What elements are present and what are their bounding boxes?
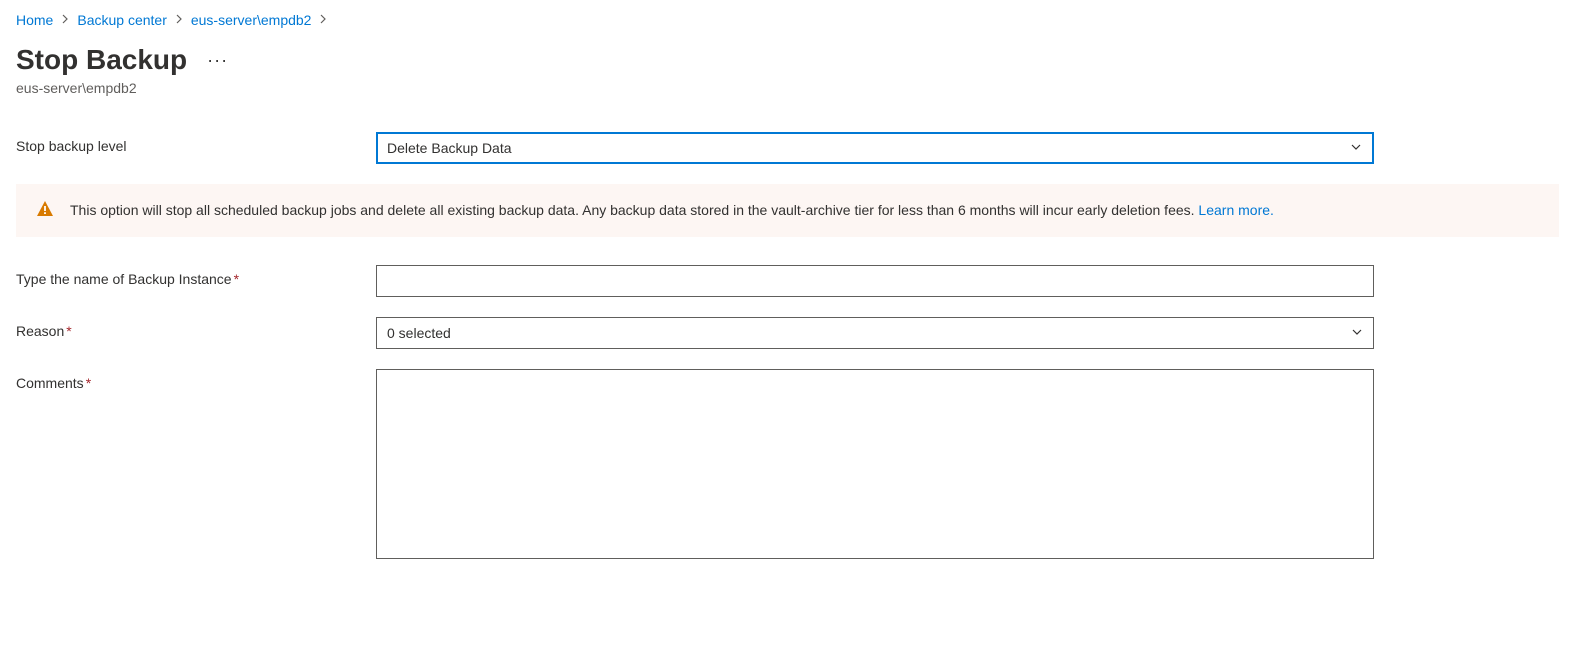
required-indicator: *: [234, 271, 239, 287]
reason-label: Reason*: [16, 317, 376, 339]
breadcrumb-separator: [319, 13, 327, 27]
comments-label-text: Comments: [16, 375, 84, 391]
breadcrumb-instance[interactable]: eus-server\empdb2: [191, 12, 312, 28]
more-button[interactable]: ···: [203, 46, 232, 75]
stop-level-label: Stop backup level: [16, 132, 376, 154]
page-subtitle: eus-server\empdb2: [16, 80, 1559, 96]
stop-level-select[interactable]: Delete Backup Data: [376, 132, 1374, 164]
instance-name-label: Type the name of Backup Instance*: [16, 265, 376, 287]
learn-more-link[interactable]: Learn more.: [1198, 202, 1273, 218]
page-title: Stop Backup: [16, 44, 187, 76]
breadcrumb-home[interactable]: Home: [16, 12, 53, 28]
warning-banner: This option will stop all scheduled back…: [16, 184, 1559, 237]
breadcrumb-separator: [61, 13, 69, 27]
page-header: Stop Backup ···: [16, 44, 1559, 76]
breadcrumb: Home Backup center eus-server\empdb2: [16, 12, 1559, 28]
chevron-down-icon: [1350, 140, 1362, 156]
reason-row: Reason* 0 selected: [16, 317, 1559, 349]
required-indicator: *: [66, 323, 71, 339]
required-indicator: *: [86, 375, 91, 391]
warning-message: This option will stop all scheduled back…: [70, 202, 1198, 218]
reason-select[interactable]: 0 selected: [376, 317, 1374, 349]
breadcrumb-separator: [175, 13, 183, 27]
chevron-down-icon: [1351, 325, 1363, 341]
stop-level-value: Delete Backup Data: [387, 140, 512, 156]
warning-text: This option will stop all scheduled back…: [70, 200, 1274, 221]
warning-icon: [36, 200, 54, 221]
instance-name-label-text: Type the name of Backup Instance: [16, 271, 232, 287]
reason-label-text: Reason: [16, 323, 64, 339]
breadcrumb-backup-center[interactable]: Backup center: [77, 12, 167, 28]
comments-input[interactable]: [376, 369, 1374, 559]
comments-label: Comments*: [16, 369, 376, 391]
comments-row: Comments*: [16, 369, 1559, 562]
reason-value: 0 selected: [387, 325, 451, 341]
stop-level-row: Stop backup level Delete Backup Data: [16, 132, 1559, 164]
instance-name-input[interactable]: [376, 265, 1374, 297]
instance-name-row: Type the name of Backup Instance*: [16, 265, 1559, 297]
